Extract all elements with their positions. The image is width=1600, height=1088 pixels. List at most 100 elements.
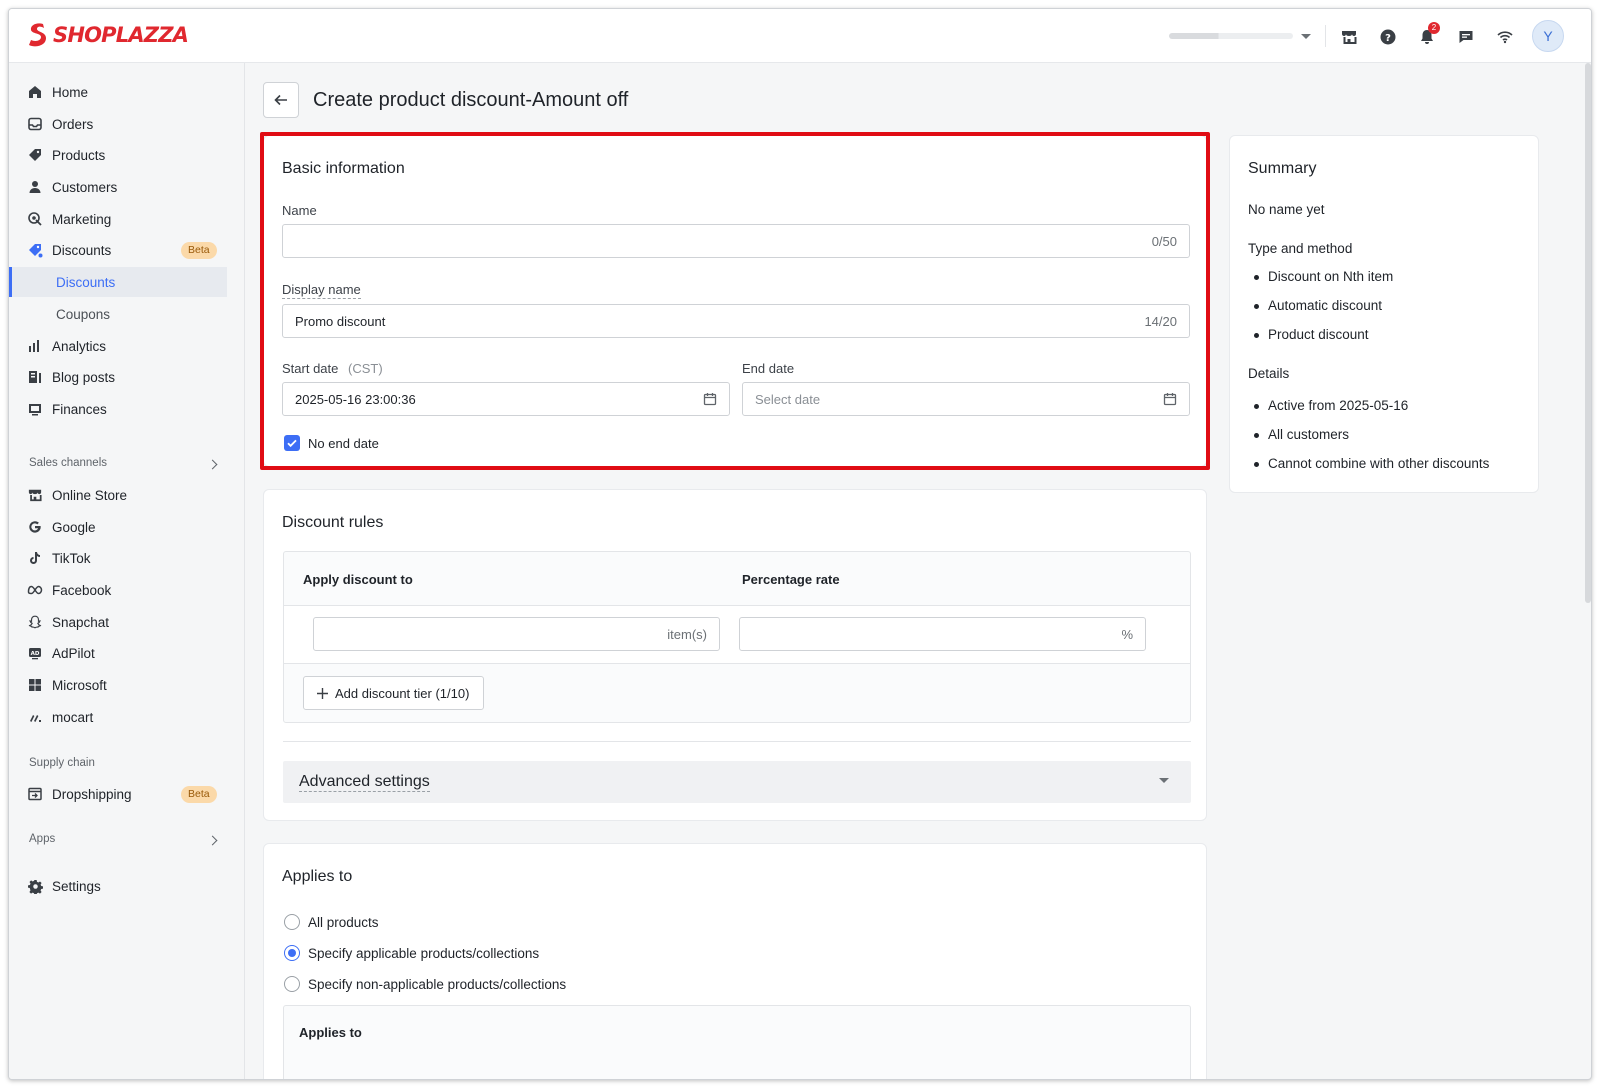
start-date-value: 2025-05-16 23:00:36 <box>295 392 416 407</box>
add-discount-tier-button[interactable]: Add discount tier (1/10) <box>303 676 485 710</box>
sidebar-item-facebook[interactable]: Facebook <box>9 575 245 605</box>
basic-information-card: Basic information Name 0/50 Display name… <box>263 135 1207 467</box>
sidebar-item-products[interactable]: Products <box>9 140 245 170</box>
store-icon[interactable] <box>1339 27 1359 47</box>
sidebar-item-google[interactable]: Google <box>9 512 245 542</box>
shoplazza-logo-icon <box>27 22 49 48</box>
sidebar-item-settings[interactable]: Settings <box>9 871 245 901</box>
summary-card: Summary No name yet Type and method Disc… <box>1229 135 1539 493</box>
brand-logo[interactable]: SHOPLAZZA <box>27 22 189 48</box>
summary-details-heading: Details <box>1248 366 1290 381</box>
no-end-date-label[interactable]: No end date <box>308 436 379 451</box>
sidebar-item-label: Finances <box>52 401 107 417</box>
advanced-settings-toggle[interactable]: Advanced settings <box>283 761 1191 803</box>
notification-badge: 2 <box>1428 22 1440 34</box>
chevron-right-icon[interactable] <box>207 835 218 846</box>
app-window: SHOPLAZZA ? 2 Y Home Orders Products Cus… <box>8 8 1592 1080</box>
sidebar-item-tiktok[interactable]: TikTok <box>9 543 245 573</box>
sidebar-item-online-store[interactable]: Online Store <box>9 480 245 510</box>
calendar-icon[interactable] <box>1163 392 1177 409</box>
card-title: Basic information <box>282 160 405 177</box>
brand-name: SHOPLAZZA <box>53 23 189 47</box>
chevron-right-icon[interactable] <box>207 459 218 470</box>
store-icon <box>27 487 43 503</box>
store-selector[interactable] <box>1169 33 1311 39</box>
radio-label[interactable]: Specify applicable products/collections <box>308 946 539 961</box>
sidebar-subitem-coupons[interactable]: Coupons <box>9 299 245 329</box>
table-row: item(s) % <box>284 606 1190 664</box>
sidebar-item-label: Discounts <box>52 242 112 258</box>
sales-channels-heading: Sales channels <box>29 457 107 469</box>
col-percentage-rate: Percentage rate <box>742 572 840 587</box>
sidebar-item-label: Online Store <box>52 487 128 503</box>
finances-icon <box>27 401 43 417</box>
card-title: Applies to <box>282 868 353 885</box>
sidebar-item-label: Coupons <box>56 306 111 322</box>
sidebar-subitem-discounts[interactable]: Discounts <box>9 267 227 297</box>
summary-type-item: Product discount <box>1268 327 1369 342</box>
sidebar-item-label: Settings <box>52 878 101 894</box>
radio-label[interactable]: All products <box>308 915 379 930</box>
start-date-label: Start date (CST) <box>282 361 383 376</box>
bell-icon[interactable]: 2 <box>1417 22 1440 47</box>
google-icon <box>27 519 43 535</box>
add-discount-tier-label: Add discount tier (1/10) <box>335 685 470 701</box>
gear-icon <box>27 878 43 894</box>
sidebar-item-mocart[interactable]: mocart <box>9 702 245 732</box>
sidebar-item-marketing[interactable]: Marketing <box>9 204 245 234</box>
sidebar-item-label: Marketing <box>52 211 112 227</box>
sidebar-item-blog-posts[interactable]: Blog posts <box>9 362 245 392</box>
advanced-settings-label: Advanced settings <box>299 773 430 792</box>
start-date-picker[interactable]: 2025-05-16 23:00:36 <box>282 382 730 416</box>
sidebar-item-snapchat[interactable]: Snapchat <box>9 607 245 637</box>
tiktok-icon <box>27 550 43 566</box>
message-icon[interactable] <box>1456 27 1476 47</box>
wifi-icon[interactable] <box>1495 27 1515 47</box>
sidebar-item-label: Dropshipping <box>52 786 132 802</box>
sidebar-item-discounts[interactable]: Discounts Beta <box>9 235 245 265</box>
scrollbar[interactable] <box>1585 63 1591 603</box>
name-char-count: 0/50 <box>1151 234 1177 249</box>
display-name-value: Promo discount <box>295 314 386 329</box>
radio-all-products[interactable] <box>284 914 300 930</box>
sidebar-item-adpilot[interactable]: AD AdPilot <box>9 638 245 668</box>
divider <box>1325 25 1326 47</box>
radio-label[interactable]: Specify non-applicable products/collecti… <box>308 977 566 992</box>
percentage-rate-input[interactable]: % <box>739 617 1146 651</box>
sidebar-item-customers[interactable]: Customers <box>9 172 245 202</box>
sidebar-item-label: Discounts <box>56 274 116 290</box>
adpilot-icon: AD <box>27 645 43 661</box>
name-input[interactable]: 0/50 <box>282 224 1190 258</box>
start-date-label-text: Start date <box>282 361 339 376</box>
sidebar-item-label: Facebook <box>52 582 112 598</box>
sidebar-item-label: AdPilot <box>52 645 95 661</box>
tag-icon <box>27 147 43 163</box>
back-button[interactable] <box>263 82 299 118</box>
orders-icon <box>27 116 43 132</box>
sidebar-item-dropshipping[interactable]: Dropshipping Beta <box>9 779 245 809</box>
summary-type-heading: Type and method <box>1248 241 1353 256</box>
bullet <box>1254 333 1259 338</box>
sidebar-item-label: Products <box>52 147 106 163</box>
item-quantity-input[interactable]: item(s) <box>313 617 720 651</box>
user-avatar[interactable]: Y <box>1532 20 1564 52</box>
sidebar-item-analytics[interactable]: Analytics <box>9 331 245 361</box>
apps-heading[interactable]: Apps <box>29 833 55 845</box>
radio-specify-non-applicable[interactable] <box>284 976 300 992</box>
sidebar-item-orders[interactable]: Orders <box>9 109 245 139</box>
display-name-label: Display name <box>282 282 361 299</box>
no-end-date-checkbox[interactable] <box>284 435 300 451</box>
card-title: Discount rules <box>282 514 384 531</box>
microsoft-icon <box>27 677 43 693</box>
radio-specify-applicable[interactable] <box>284 945 300 961</box>
display-name-char-count: 14/20 <box>1144 314 1177 329</box>
sidebar-item-microsoft[interactable]: Microsoft <box>9 670 245 700</box>
calendar-icon[interactable] <box>703 392 717 409</box>
summary-title: Summary <box>1248 160 1317 177</box>
sidebar-item-finances[interactable]: Finances <box>9 394 245 424</box>
arrow-left-icon <box>274 94 287 106</box>
end-date-picker[interactable]: Select date <box>742 382 1190 416</box>
display-name-input[interactable]: Promo discount 14/20 <box>282 304 1190 338</box>
sidebar-item-home[interactable]: Home <box>9 77 245 107</box>
help-icon[interactable]: ? <box>1378 27 1398 47</box>
